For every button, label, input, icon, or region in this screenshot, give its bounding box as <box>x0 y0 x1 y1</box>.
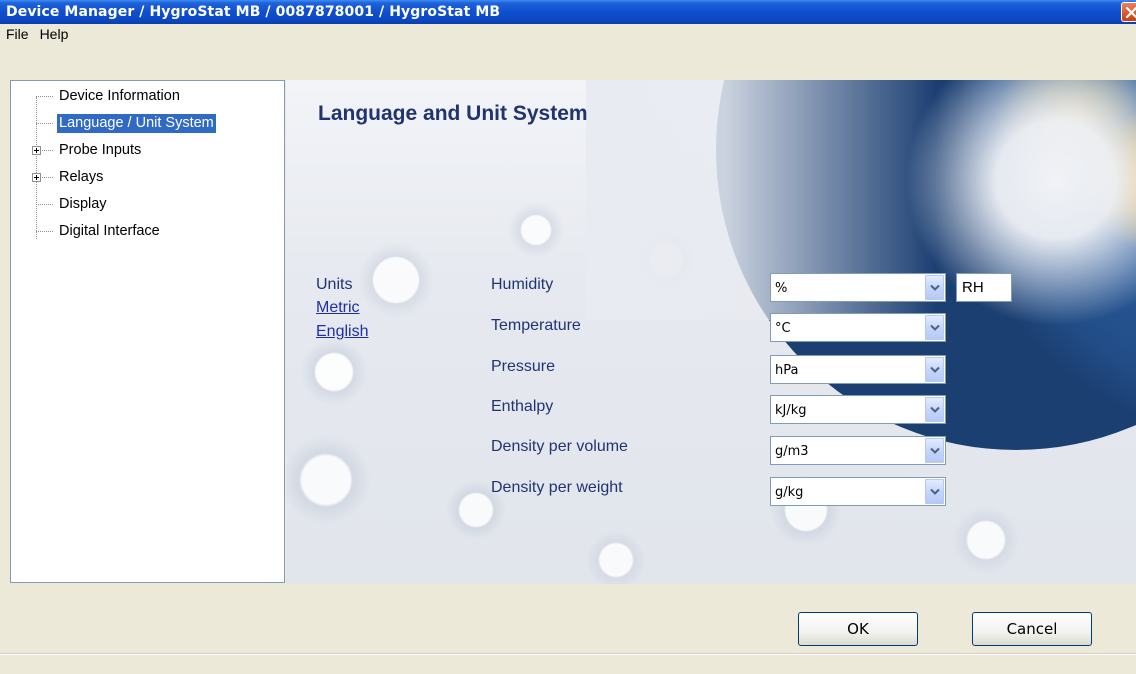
dropdown-button[interactable] <box>925 275 944 300</box>
tree-item-label: Probe Inputs <box>59 142 142 158</box>
metric-link[interactable]: Metric <box>316 299 360 317</box>
enthalpy-unit-select[interactable]: kJ/kg <box>770 395 946 424</box>
expand-plus-icon[interactable] <box>32 146 41 155</box>
chevron-down-icon <box>930 284 940 291</box>
density-per-volume-label: Density per volume <box>491 438 628 455</box>
select-value: % <box>775 281 788 296</box>
cancel-button[interactable]: Cancel <box>972 612 1092 646</box>
menu-file[interactable]: File <box>0 24 34 45</box>
tree-item-label: Display <box>59 196 107 212</box>
navigation-tree: Device Information Language / Unit Syste… <box>10 81 285 583</box>
tree-item-label: Relays <box>59 169 104 185</box>
pressure-unit-select[interactable]: hPa <box>770 355 946 384</box>
density-per-weight-unit-select[interactable]: g/kg <box>770 477 946 506</box>
dropdown-button[interactable] <box>925 397 944 422</box>
chevron-down-icon <box>930 488 940 495</box>
select-value: g/m3 <box>775 444 809 459</box>
tree-connector <box>36 123 53 124</box>
humidity-unit-select[interactable]: % <box>770 273 946 302</box>
content-panel: Language and Unit System Units Metric En… <box>286 80 1136 584</box>
density-per-volume-unit-select[interactable]: g/m3 <box>770 436 946 465</box>
dropdown-button[interactable] <box>925 479 944 504</box>
close-icon <box>1125 6 1136 19</box>
menu-bar: File Help <box>0 24 1136 45</box>
tree-item-label: Device Information <box>59 88 180 104</box>
units-label: Units <box>316 276 353 293</box>
chevron-down-icon <box>930 366 940 373</box>
select-value: g/kg <box>775 485 804 500</box>
tree-item-label: Digital Interface <box>59 223 160 239</box>
window-titlebar[interactable]: Device Manager / HygroStat MB / 00878780… <box>0 0 1136 24</box>
select-value: °C <box>775 321 791 336</box>
english-link[interactable]: English <box>316 323 368 341</box>
expand-plus-icon[interactable] <box>32 173 41 182</box>
select-value: hPa <box>775 363 799 378</box>
tree-connector <box>36 231 53 232</box>
chevron-down-icon <box>930 406 940 413</box>
pressure-label: Pressure <box>491 358 556 375</box>
dropdown-button[interactable] <box>925 357 944 382</box>
close-button[interactable] <box>1121 2 1136 22</box>
select-value: kJ/kg <box>775 403 807 418</box>
temperature-unit-select[interactable]: °C <box>770 313 946 342</box>
chevron-down-icon <box>930 447 940 454</box>
tree-connector-line <box>36 97 37 239</box>
temperature-label: Temperature <box>491 317 581 334</box>
tree-border <box>10 80 285 81</box>
humidity-label: Humidity <box>491 276 554 293</box>
status-bar <box>0 654 1136 674</box>
dropdown-button[interactable] <box>925 438 944 463</box>
tree-item-label: Language / Unit System <box>57 114 216 133</box>
page-title: Language and Unit System <box>318 102 588 125</box>
density-per-weight-label: Density per weight <box>491 479 623 496</box>
tree-connector <box>36 96 53 97</box>
tree-connector <box>36 204 53 205</box>
dropdown-button[interactable] <box>925 315 944 340</box>
enthalpy-label: Enthalpy <box>491 398 554 415</box>
menu-help[interactable]: Help <box>34 24 74 45</box>
window-title: Device Manager / HygroStat MB / 00878780… <box>6 4 501 20</box>
ok-button[interactable]: OK <box>798 612 918 646</box>
humidity-suffix-field: RH <box>956 273 1012 302</box>
chevron-down-icon <box>930 324 940 331</box>
